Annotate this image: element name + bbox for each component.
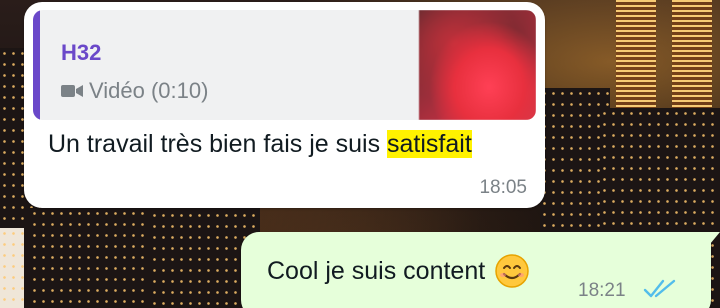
wallpaper-building <box>0 228 24 308</box>
double-check-read-icon <box>643 279 676 298</box>
message-text-plain: Un travail très bien fais je suis <box>48 130 388 158</box>
wallpaper-tower <box>672 0 712 120</box>
wallpaper-tower <box>616 0 656 110</box>
search-highlight: satisfait <box>387 130 472 158</box>
outgoing-message-bubble[interactable]: Cool je suis content 18:21 <box>241 232 720 308</box>
outgoing-text: Cool je suis content <box>267 256 486 285</box>
video-camera-icon <box>61 85 83 97</box>
incoming-message-text: Un travail très bien fais je suis satisf… <box>48 130 472 159</box>
smiling-face-icon <box>495 254 529 288</box>
quote-accent-bar <box>33 10 40 120</box>
quoted-message[interactable]: H32 Vidéo (0:10) <box>33 10 536 120</box>
incoming-message-bubble[interactable]: H32 Vidéo (0:10) Un travail très bien fa… <box>24 2 545 208</box>
video-thumbnail[interactable] <box>419 10 536 120</box>
outgoing-timestamp: 18:21 <box>578 280 626 301</box>
wallpaper-building <box>30 208 150 308</box>
quoted-media-info: Vidéo (0:10) <box>61 78 208 104</box>
quoted-sender-name: H32 <box>61 40 102 65</box>
quoted-media-label: Vidéo (0:10) <box>89 78 209 103</box>
outgoing-message-text: Cool je suis content <box>267 254 529 288</box>
incoming-timestamp: 18:05 <box>479 177 527 198</box>
